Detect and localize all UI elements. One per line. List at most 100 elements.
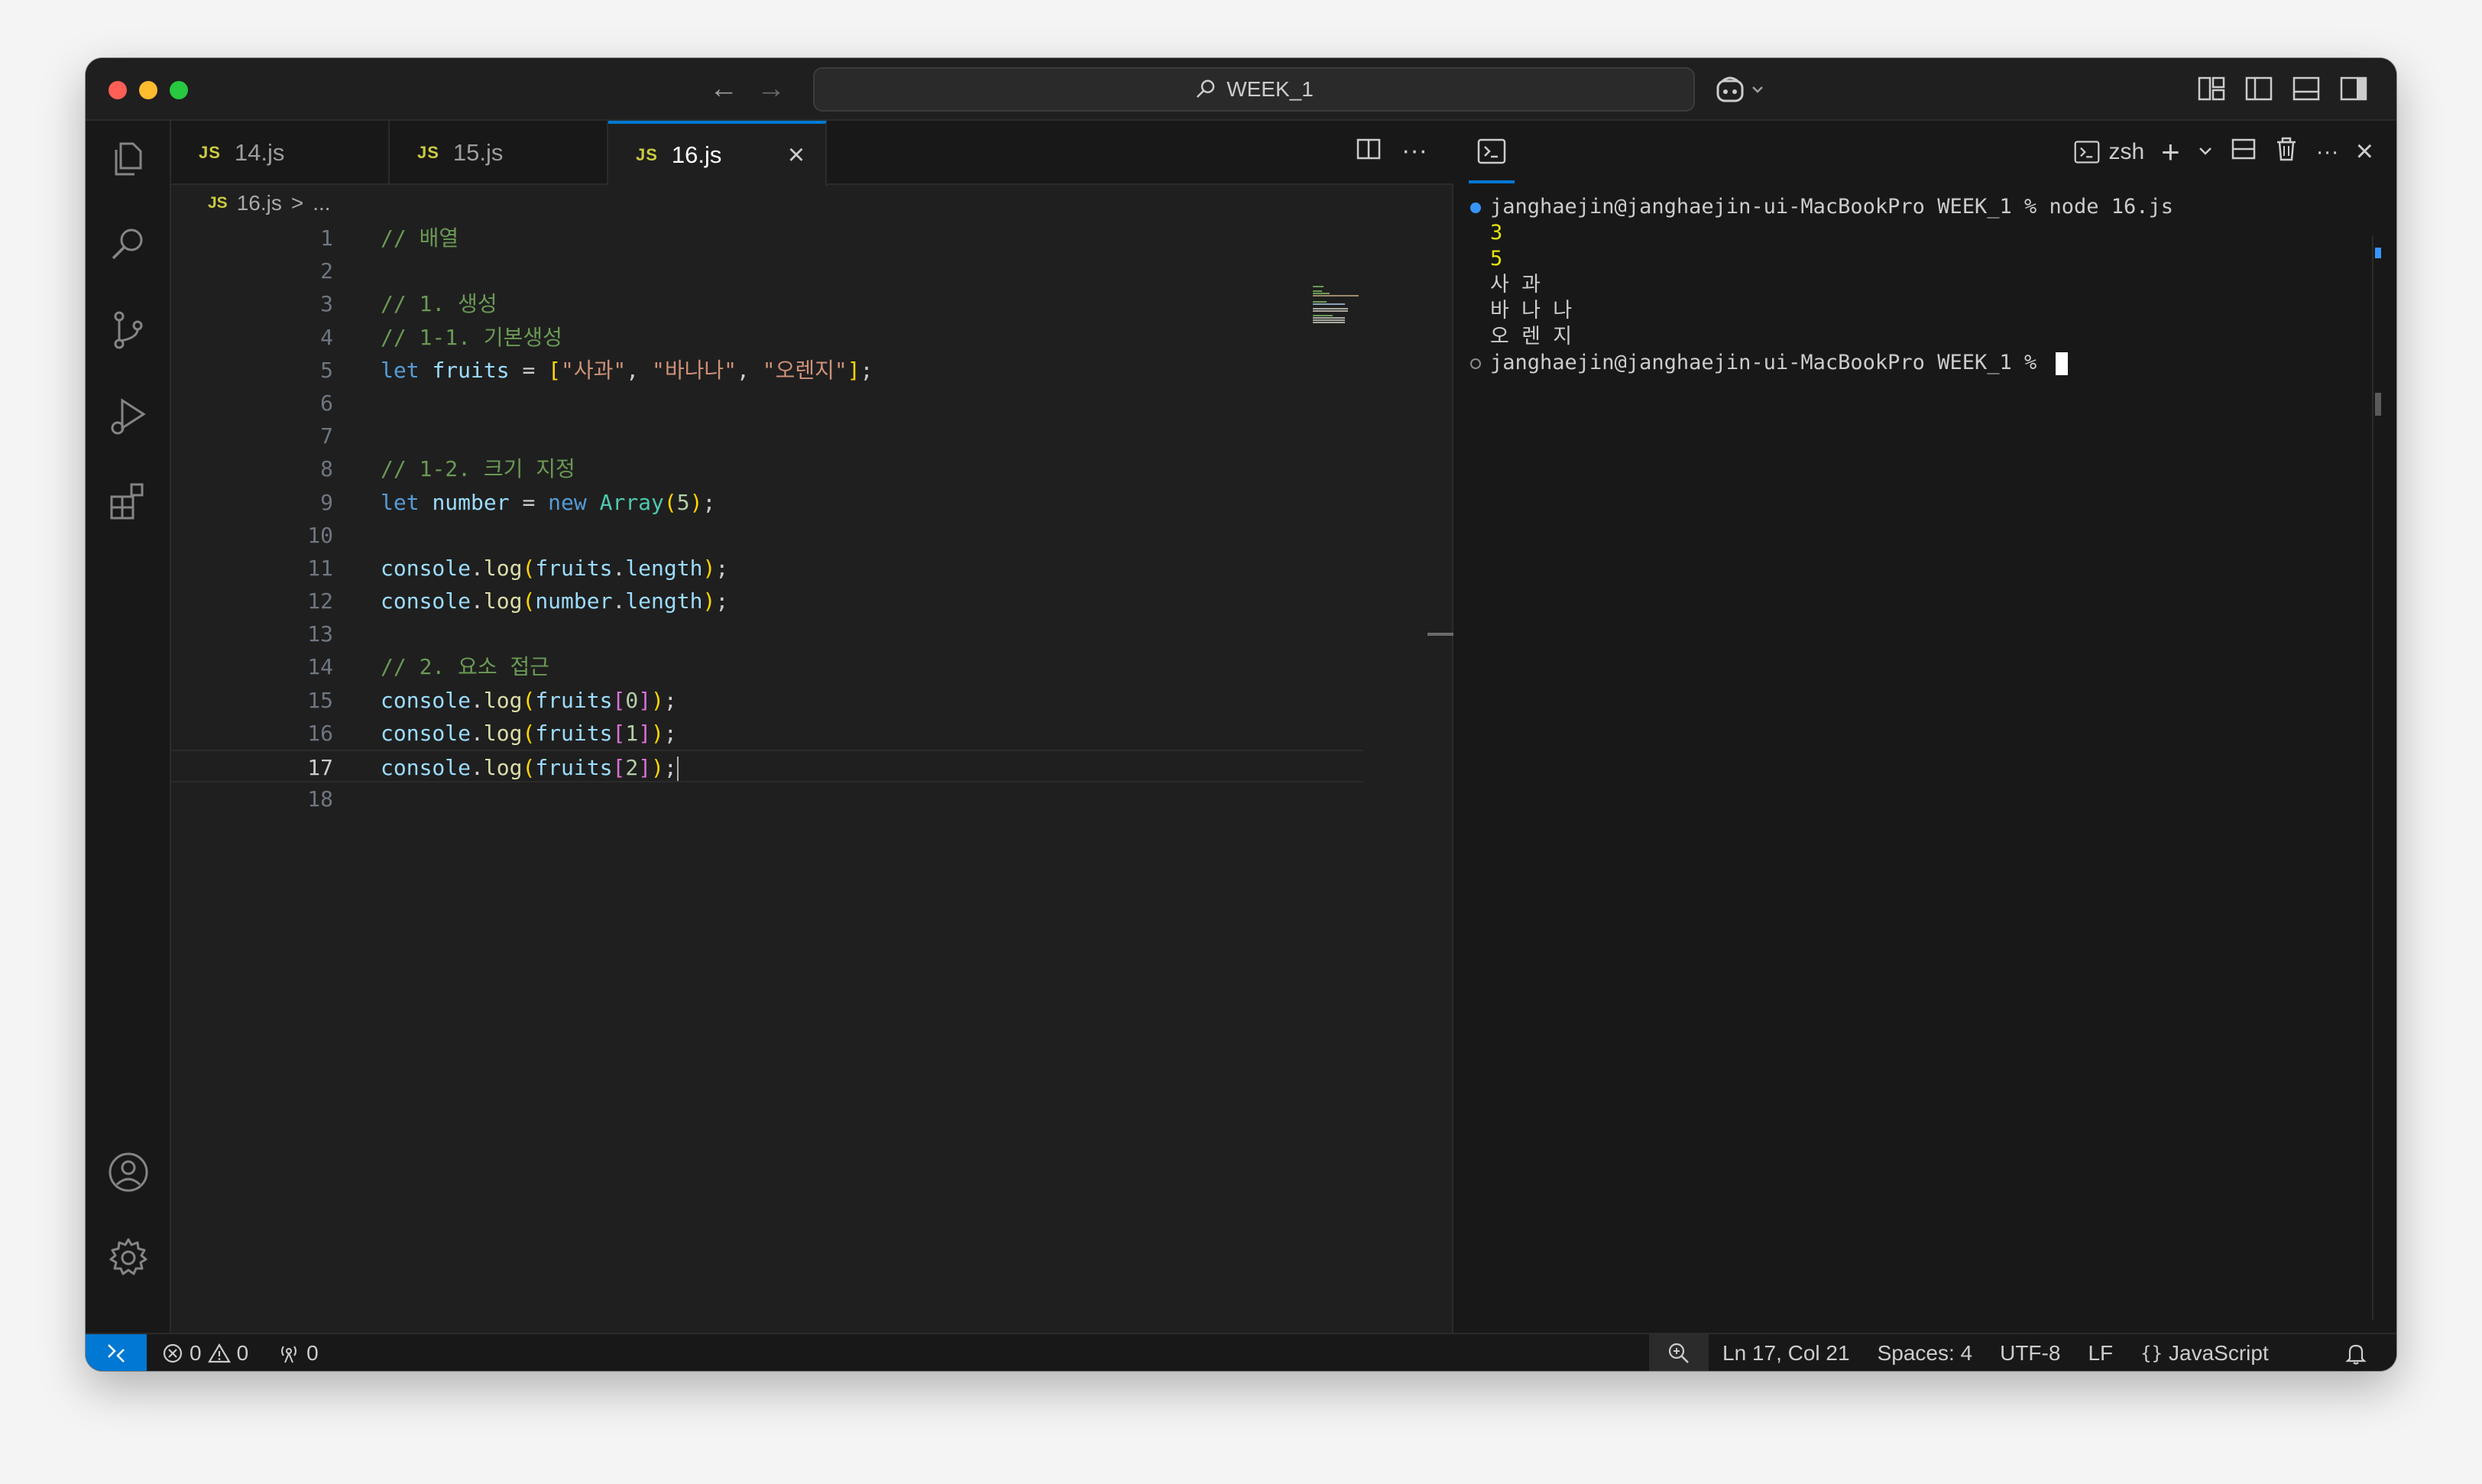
code-line[interactable]: 7 [171, 420, 1363, 452]
code-token: log [483, 687, 523, 713]
line-number: 13 [307, 621, 333, 647]
problems-indicator[interactable]: 0 0 [162, 1341, 248, 1366]
terminal-shell-selector[interactable]: zsh [2073, 138, 2144, 166]
code-line[interactable]: 17 console.log(fruits[2]); [171, 750, 1363, 783]
cursor-position[interactable]: Ln 17, Col 21 [1722, 1341, 1850, 1366]
file-encoding[interactable]: UTF-8 [2000, 1341, 2060, 1366]
command-decoration-icon[interactable] [1470, 203, 1481, 213]
language-label: JavaScript [2169, 1341, 2269, 1365]
code-line[interactable]: 15 console.log(fruits[0]); [171, 684, 1363, 717]
remote-indicator[interactable] [86, 1334, 147, 1371]
customize-layout-icon[interactable] [2196, 73, 2227, 104]
run-and-debug-icon[interactable] [105, 393, 151, 439]
status-left: 0 0 0 [162, 1334, 319, 1371]
breadcrumb-symbol[interactable]: ... [313, 191, 330, 215]
code-line[interactable]: 4 // 1-1. 기본생성 [171, 321, 1363, 354]
new-terminal-icon[interactable]: + [2161, 135, 2180, 167]
code-line[interactable]: 9 let number = new Array(5); [171, 486, 1363, 519]
window-close-button[interactable] [109, 81, 127, 99]
code-line[interactable]: 10 [171, 519, 1363, 552]
manage-gear-icon[interactable] [105, 1235, 151, 1281]
trash-icon[interactable] [2273, 136, 2299, 168]
terminal-output[interactable]: janghaejin@janghaejin-ui-MacBookPro WEEK… [1470, 194, 2173, 376]
braces-icon: {} [2140, 1343, 2163, 1364]
code-line[interactable]: 1 // 배열 [171, 222, 1363, 254]
more-actions-icon[interactable]: ··· [2316, 139, 2339, 165]
line-number: 17 [307, 755, 333, 780]
code-token: 2 [625, 755, 639, 780]
tab-14-js[interactable]: JS 14.js [171, 121, 390, 185]
code-token: // 1. 생성 [381, 291, 497, 317]
code-token: ) [651, 687, 664, 713]
code-line[interactable]: 2 [171, 254, 1363, 287]
code-line[interactable]: 11 console.log(fruits.length); [171, 552, 1363, 585]
code-text: // 1. 생성 [381, 287, 497, 320]
toggle-panel-icon[interactable] [2291, 73, 2322, 104]
zoom-icon[interactable] [1649, 1334, 1709, 1371]
editor-group: JS 14.js JS 15.js JS 16.js × ··· JS 16.j… [171, 121, 1453, 1333]
search-icon[interactable] [105, 222, 151, 267]
ports-indicator[interactable]: 0 [277, 1341, 319, 1366]
more-actions-icon[interactable]: ··· [1401, 136, 1427, 169]
status-right: Ln 17, Col 21 Spaces: 4 UTF-8 LF {} Java… [1722, 1334, 2269, 1371]
error-count: 0 [190, 1341, 202, 1365]
terminal-scrollbar[interactable] [2375, 393, 2381, 416]
code-line[interactable]: 3 // 1. 생성 [171, 287, 1363, 320]
extensions-icon[interactable] [105, 478, 151, 524]
code-token: fruits [432, 357, 510, 383]
code-line[interactable]: 6 [171, 387, 1363, 420]
copilot-icon[interactable] [1715, 75, 1776, 105]
breadcrumb-file[interactable]: 16.js [237, 191, 282, 215]
code-text: let fruits = ["사과", "바나나", "오렌지"]; [381, 354, 873, 387]
tab-15-js[interactable]: JS 15.js [390, 121, 608, 185]
explorer-icon[interactable] [105, 136, 151, 182]
terminal-tab-indicator [1469, 180, 1515, 183]
command-decoration-icon[interactable] [1470, 358, 1481, 369]
window-minimize-button[interactable] [139, 81, 157, 99]
terminal-line: 바 나 나 [1470, 298, 2173, 324]
code-token: ; [702, 489, 716, 515]
close-icon[interactable]: × [781, 139, 812, 172]
toggle-secondary-sidebar-icon[interactable] [2338, 73, 2369, 104]
code-token: . [471, 720, 484, 746]
code-line[interactable]: 16 console.log(fruits[1]); [171, 717, 1363, 750]
code-line[interactable]: 12 console.log(number.length); [171, 585, 1363, 617]
code-token: fruits [535, 720, 613, 746]
error-icon [163, 1343, 183, 1363]
code-editor[interactable]: 1 // 배열 2 3 // 1. 생성 4 // 1-1. 기본생성 5 let fruits… [171, 222, 1363, 815]
chevron-down-icon[interactable] [2197, 139, 2214, 165]
tab-16-js[interactable]: JS 16.js × [608, 121, 827, 186]
code-token: console [381, 720, 471, 746]
overview-ruler-cursor [1427, 633, 1453, 636]
window-maximize-button[interactable] [170, 81, 188, 99]
bell-icon[interactable] [2343, 1340, 2369, 1366]
code-token: = [509, 357, 549, 383]
line-number: 12 [307, 588, 333, 614]
close-panel-icon[interactable]: × [2356, 134, 2373, 169]
code-token: , [626, 357, 652, 383]
accounts-icon[interactable] [105, 1149, 151, 1195]
code-token: length [625, 555, 703, 581]
split-terminal-icon[interactable] [2231, 136, 2257, 168]
indentation[interactable]: Spaces: 4 [1878, 1341, 1973, 1366]
code-line[interactable]: 14 // 2. 요소 접근 [171, 650, 1363, 683]
code-line[interactable]: 13 [171, 617, 1363, 650]
arrow-left-icon[interactable]: ← [709, 72, 738, 105]
language-mode[interactable]: {} JavaScript [2140, 1341, 2269, 1366]
terminal-icon[interactable] [1476, 136, 1507, 167]
code-line[interactable]: 18 [171, 783, 1363, 815]
command-center-search[interactable]: WEEK_1 [813, 67, 1695, 112]
code-text: console.log(fruits[0]); [381, 684, 677, 717]
end-of-line[interactable]: LF [2088, 1341, 2113, 1366]
line-number: 3 [320, 291, 333, 317]
minimap[interactable] [1311, 284, 1380, 338]
source-control-icon[interactable] [105, 307, 151, 353]
split-editor-icon[interactable] [1356, 136, 1382, 169]
code-line[interactable]: 8 // 1-2. 크기 지정 [171, 452, 1363, 485]
line-number: 8 [320, 456, 333, 482]
toggle-primary-sidebar-icon[interactable] [2244, 73, 2274, 104]
arrow-right-icon[interactable]: → [757, 72, 786, 105]
code-line[interactable]: 5 let fruits = ["사과", "바나나", "오렌지"]; [171, 354, 1363, 387]
terminal-text: 오 렌 지 [1490, 325, 1573, 348]
